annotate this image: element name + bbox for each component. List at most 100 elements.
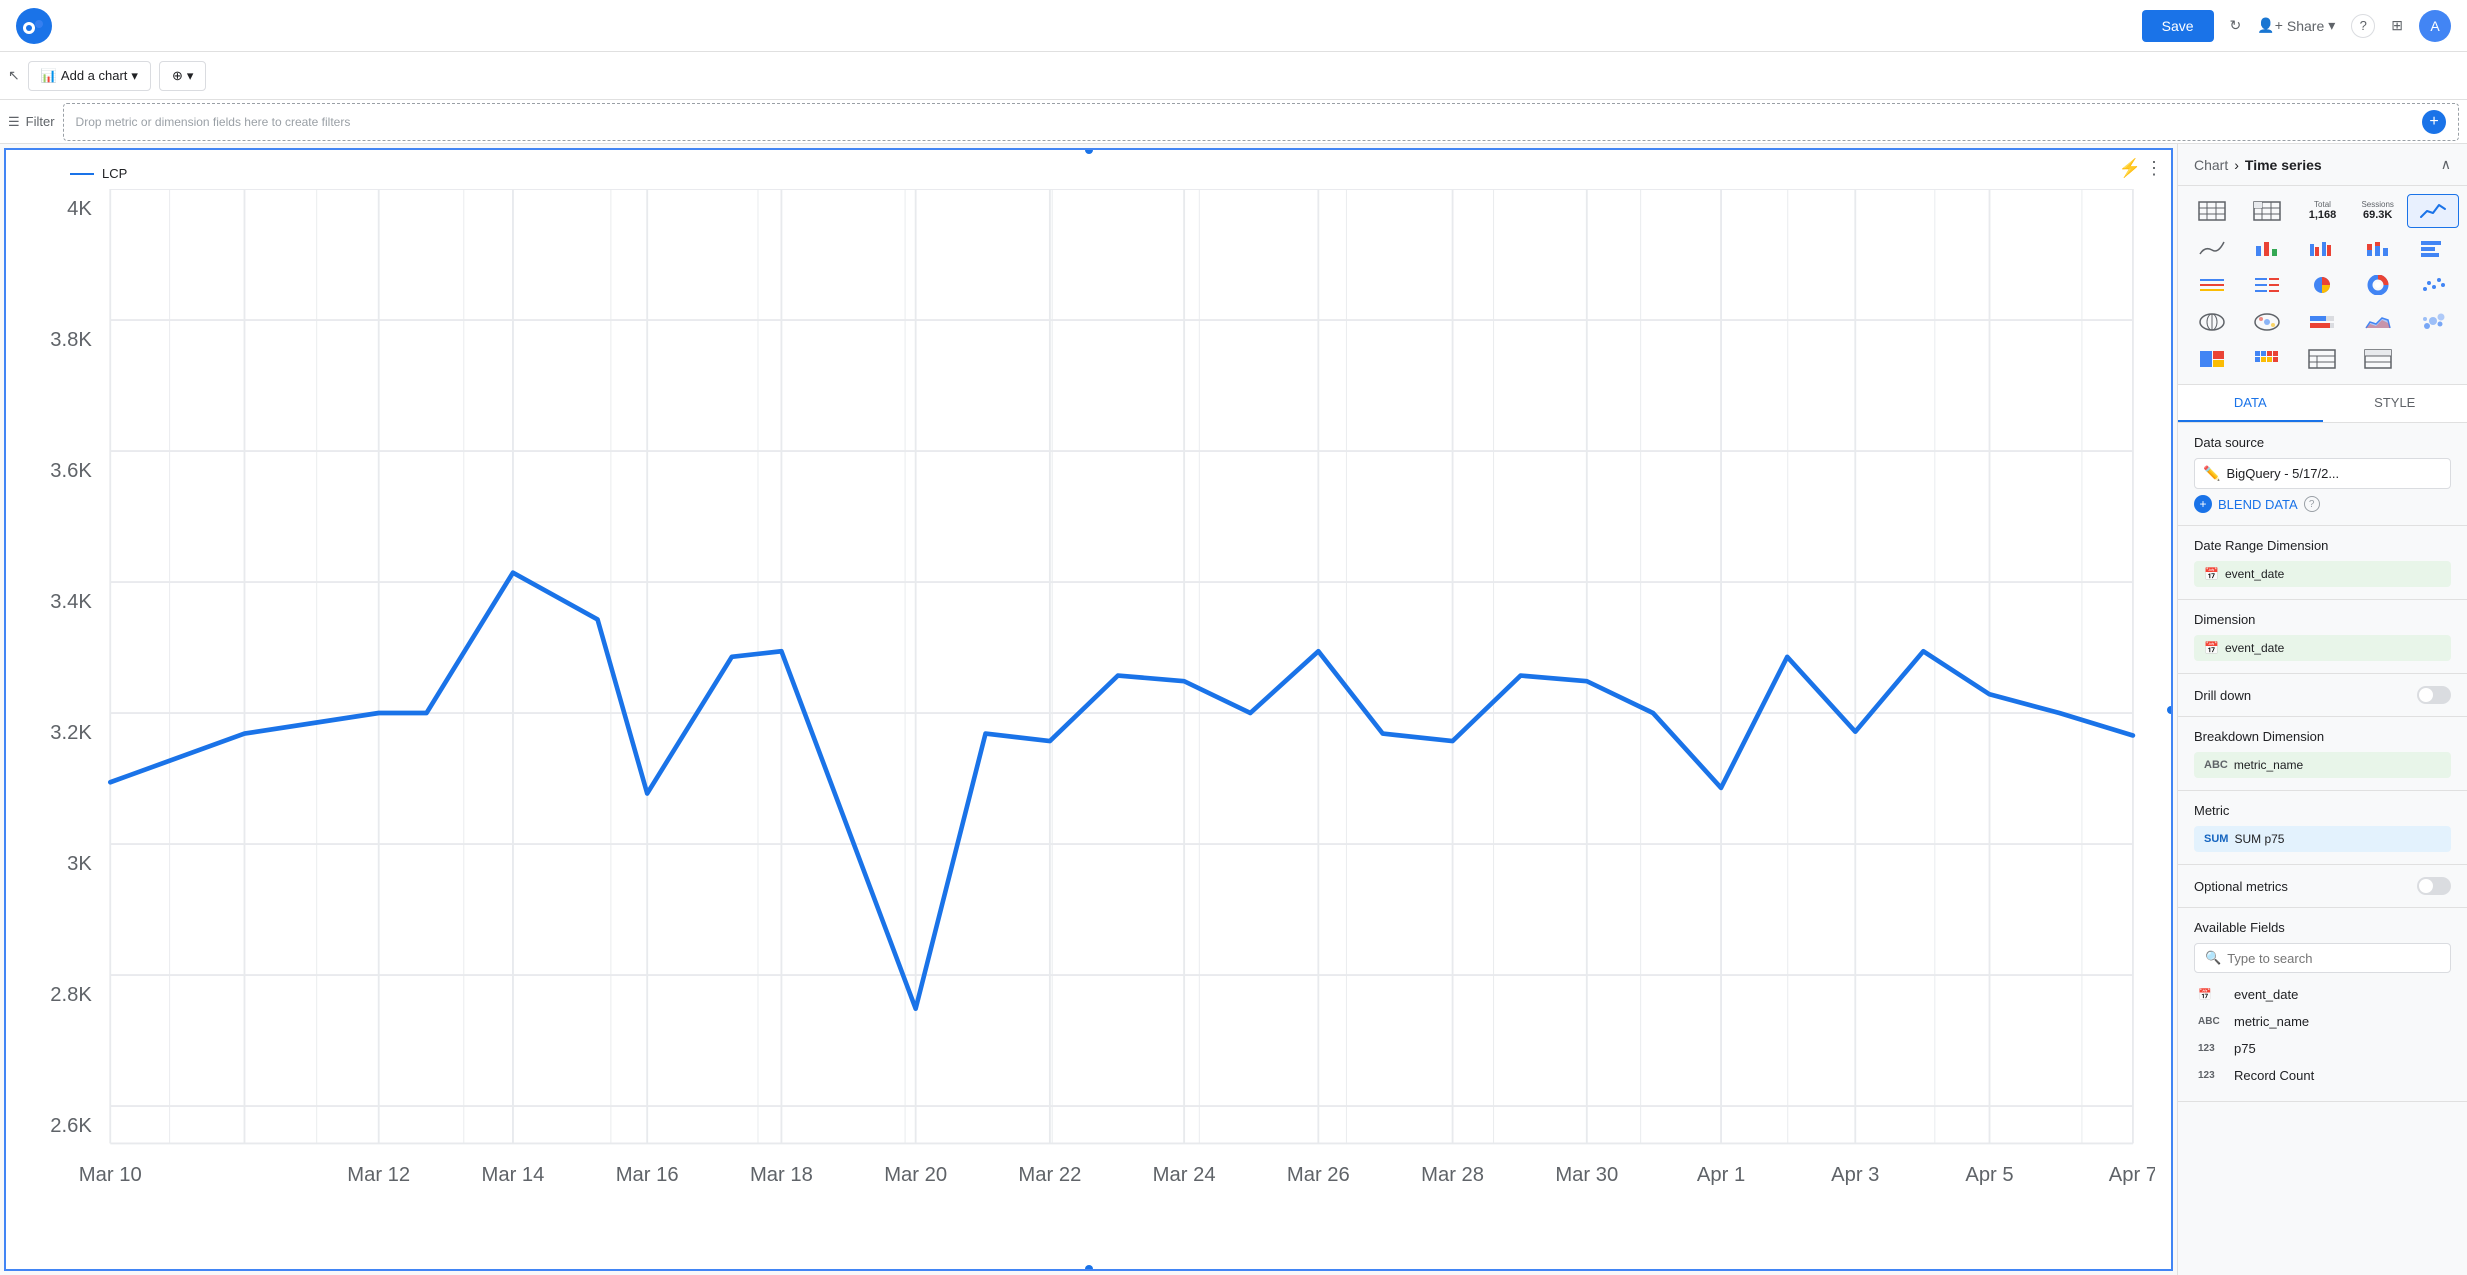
- filter-add-button[interactable]: +: [2422, 110, 2446, 134]
- waffle-icon: [2253, 349, 2281, 369]
- drilldown-row: Drill down: [2194, 686, 2451, 704]
- resize-handle-bottom[interactable]: [1085, 1265, 1093, 1271]
- chart-type-list[interactable]: [2186, 268, 2238, 302]
- resize-handle-right[interactable]: [2167, 706, 2173, 714]
- chart-type-grid: Total 1,168 Sessions 69.3K: [2186, 194, 2459, 376]
- chart-type-column[interactable]: [2241, 231, 2293, 265]
- chart-type-multibar[interactable]: [2296, 231, 2348, 265]
- chart-type-area[interactable]: [2352, 305, 2404, 339]
- breakdown-type-icon: ABC: [2204, 759, 2228, 771]
- field-item-p75[interactable]: 123 p75: [2194, 1035, 2451, 1062]
- filter-drop-hint: Drop metric or dimension fields here to …: [76, 115, 351, 129]
- chart-type-multilist[interactable]: [2241, 268, 2293, 302]
- field-item-metric-name[interactable]: ABC metric_name: [2194, 1008, 2451, 1035]
- available-fields-section: Available Fields 🔍 📅 event_date ABC metr…: [2178, 908, 2467, 1102]
- chart-type-scorecard-sessions[interactable]: Sessions 69.3K: [2352, 194, 2404, 228]
- pie-icon: [2308, 275, 2336, 295]
- filter-drop-zone[interactable]: Drop metric or dimension fields here to …: [63, 103, 2459, 141]
- chart-type-table[interactable]: [2186, 194, 2238, 228]
- chart-type-stackedbar[interactable]: [2352, 231, 2404, 265]
- scorecard-total-value: 1,168: [2309, 209, 2337, 221]
- svg-text:Mar 14: Mar 14: [482, 1164, 545, 1186]
- chart-type-hbar[interactable]: [2407, 231, 2459, 265]
- chart-type-scatter[interactable]: [2407, 268, 2459, 302]
- cursor-tool-button[interactable]: ↖: [8, 67, 20, 84]
- apps-button[interactable]: ⊞: [2391, 17, 2403, 34]
- nav-right: Save ↻ 👤+ Share ▾ ? ⊞ A: [2142, 10, 2451, 42]
- donut-icon: [2364, 275, 2392, 295]
- tab-data[interactable]: DATA: [2178, 385, 2323, 422]
- tab-style[interactable]: STYLE: [2323, 385, 2467, 422]
- optional-metrics-row: Optional metrics: [2194, 877, 2451, 895]
- field-name-record-count: Record Count: [2234, 1068, 2314, 1083]
- dimension-field: event_date: [2225, 641, 2284, 655]
- breadcrumb-type: Time series: [2245, 157, 2322, 173]
- blend-info-icon[interactable]: ?: [2304, 496, 2320, 512]
- refresh-button[interactable]: ↻: [2230, 17, 2242, 34]
- metric-type-icon: SUM: [2204, 833, 2228, 845]
- looker-studio-logo: [16, 8, 52, 44]
- calendar-icon: 📅: [2204, 567, 2219, 581]
- save-button[interactable]: Save: [2142, 10, 2214, 42]
- chart-lightning-button[interactable]: ⚡: [2119, 158, 2141, 179]
- chart-type-section: Total 1,168 Sessions 69.3K: [2178, 186, 2467, 385]
- share-button[interactable]: 👤+ Share ▾: [2257, 17, 2335, 34]
- chart-menu-icon: ⋮: [2145, 158, 2163, 178]
- panel-tabs: DATA STYLE: [2178, 385, 2467, 423]
- svg-text:2.6K: 2.6K: [50, 1115, 92, 1137]
- add-control-button[interactable]: ⊕ ▾: [159, 61, 206, 91]
- drilldown-toggle[interactable]: [2417, 686, 2451, 704]
- search-input[interactable]: [2227, 951, 2440, 966]
- field-item-event-date[interactable]: 📅 event_date: [2194, 981, 2451, 1008]
- chart-type-table4[interactable]: [2352, 342, 2404, 376]
- chart-type-waffle[interactable]: [2241, 342, 2293, 376]
- add-chart-button[interactable]: 📊 Add a chart ▾: [28, 61, 151, 91]
- search-icon: 🔍: [2205, 950, 2221, 966]
- blend-data-row[interactable]: + BLEND DATA ?: [2194, 495, 2451, 513]
- date-range-section: Date Range Dimension 📅 event_date: [2178, 526, 2467, 600]
- chart-type-treemap[interactable]: [2186, 342, 2238, 376]
- blend-data-label: BLEND DATA: [2218, 497, 2298, 512]
- add-control-dropdown-icon: ▾: [187, 68, 194, 84]
- hbar-icon: [2419, 238, 2447, 258]
- chart-type-scatter3d[interactable]: [2407, 305, 2459, 339]
- optional-metrics-toggle[interactable]: [2417, 877, 2451, 895]
- chart-type-geobubble[interactable]: [2241, 305, 2293, 339]
- svg-text:3K: 3K: [67, 853, 92, 875]
- chart-menu-button[interactable]: ⋮: [2145, 158, 2163, 179]
- chart-type-donut[interactable]: [2352, 268, 2404, 302]
- svg-text:Apr 7: Apr 7: [2109, 1164, 2155, 1186]
- grid-icon: ⊞: [2391, 17, 2403, 34]
- chart-type-scorecard-total[interactable]: Total 1,168: [2296, 194, 2348, 228]
- table4-icon: [2364, 349, 2392, 369]
- panel-collapse-button[interactable]: ∧: [2441, 156, 2451, 173]
- chart-type-table3[interactable]: [2296, 342, 2348, 376]
- chart-type-pie[interactable]: [2296, 268, 2348, 302]
- pivot-icon: [2253, 201, 2281, 221]
- date-range-field-chip[interactable]: 📅 event_date: [2194, 561, 2451, 587]
- chart-type-pivot[interactable]: [2241, 194, 2293, 228]
- chart-type-smooth[interactable]: [2186, 231, 2238, 265]
- chart-type-geo[interactable]: [2186, 305, 2238, 339]
- data-source-row[interactable]: ✏️ BigQuery - 5/17/2...: [2194, 458, 2451, 489]
- help-button[interactable]: ?: [2351, 14, 2375, 38]
- dimension-field-chip[interactable]: 📅 event_date: [2194, 635, 2451, 661]
- table3-icon: [2308, 349, 2336, 369]
- smooth-line-icon: [2198, 238, 2226, 258]
- svg-text:Apr 5: Apr 5: [1965, 1164, 2013, 1186]
- avatar[interactable]: A: [2419, 10, 2451, 42]
- drilldown-label: Drill down: [2194, 688, 2251, 703]
- breakdown-field-chip[interactable]: ABC metric_name: [2194, 752, 2451, 778]
- toolbar: ↖ 📊 Add a chart ▾ ⊕ ▾: [0, 52, 2467, 100]
- chart-type-spacer: [2407, 342, 2435, 376]
- chart-svg: 4K 3.8K 3.6K 3.4K 3.2K 3K 2.8K 2.6K: [22, 189, 2155, 1237]
- chart-type-timeseries[interactable]: [2407, 194, 2459, 228]
- available-fields-label: Available Fields: [2194, 920, 2451, 935]
- geo-icon: [2198, 312, 2226, 332]
- field-item-record-count[interactable]: 123 Record Count: [2194, 1062, 2451, 1089]
- field-text-icon: ABC: [2198, 1016, 2226, 1027]
- metric-field-chip[interactable]: SUM SUM p75: [2194, 826, 2451, 852]
- chart-legend: LCP: [22, 166, 2155, 181]
- chart-type-bullet[interactable]: [2296, 305, 2348, 339]
- multibar-icon: [2308, 238, 2336, 258]
